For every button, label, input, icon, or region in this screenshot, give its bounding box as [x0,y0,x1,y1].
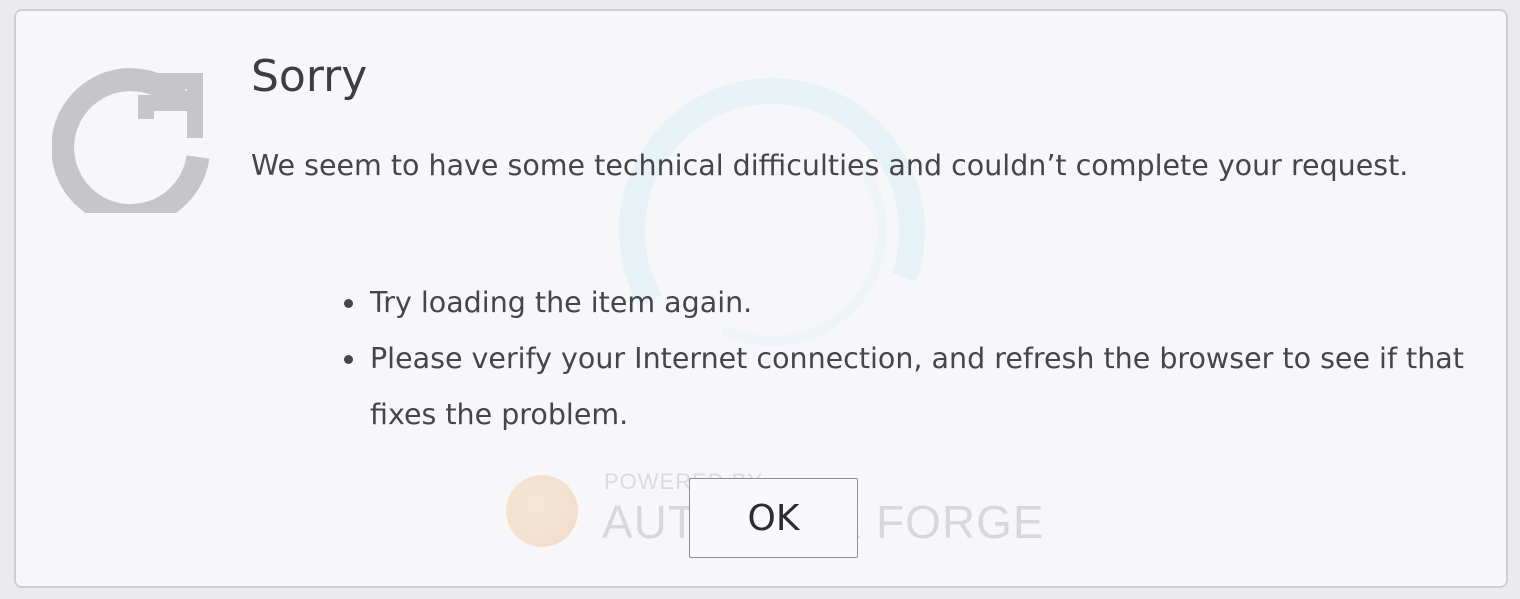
tips-list: Try loading the item again. Please verif… [338,275,1506,443]
list-item: Please verify your Internet connection, … [368,331,1506,443]
error-message: We seem to have some technical difficult… [251,149,1409,182]
list-item: Try loading the item again. [368,275,1506,331]
refresh-icon [52,68,210,213]
dialog-title: Sorry [251,51,368,102]
forge-logo-icon [506,475,578,547]
error-dialog: POWERED BY AUTODESK FORGE Sorry We seem … [14,9,1508,588]
ok-button[interactable]: OK [689,478,858,558]
